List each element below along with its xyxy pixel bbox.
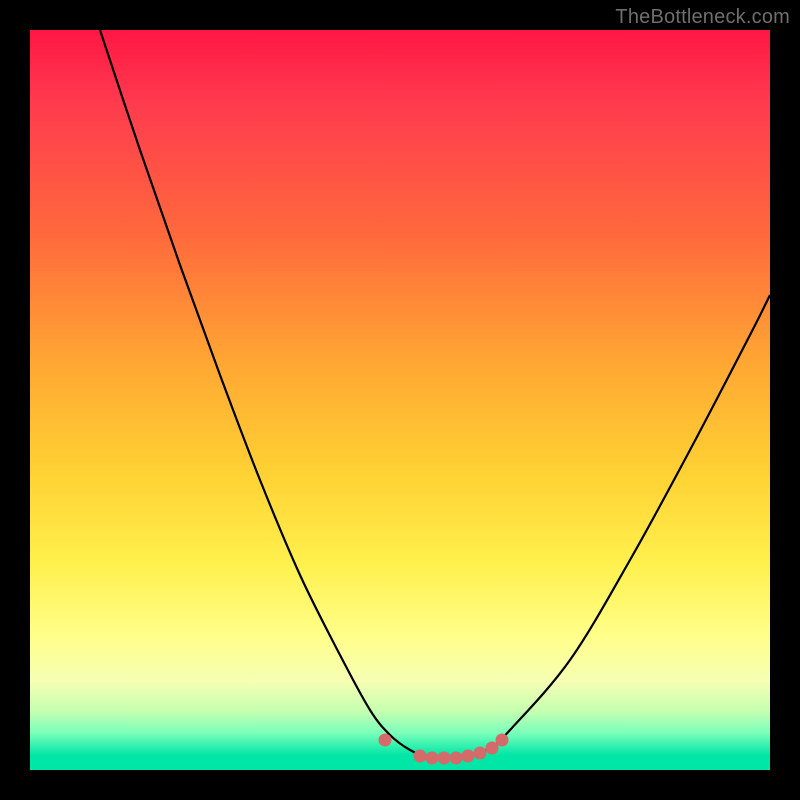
- curve-svg: [30, 30, 770, 770]
- dot: [426, 752, 439, 765]
- flat-bottom-dots: [379, 734, 509, 765]
- watermark-text: TheBottleneck.com: [615, 6, 790, 29]
- dot: [438, 752, 451, 765]
- dot: [462, 750, 475, 763]
- dot: [379, 734, 392, 747]
- dot: [474, 747, 487, 760]
- dot: [496, 734, 509, 747]
- dot: [414, 750, 427, 763]
- chart-frame: TheBottleneck.com: [0, 0, 800, 800]
- bottleneck-curve: [100, 30, 770, 759]
- dot: [450, 752, 463, 765]
- plot-area: [30, 30, 770, 770]
